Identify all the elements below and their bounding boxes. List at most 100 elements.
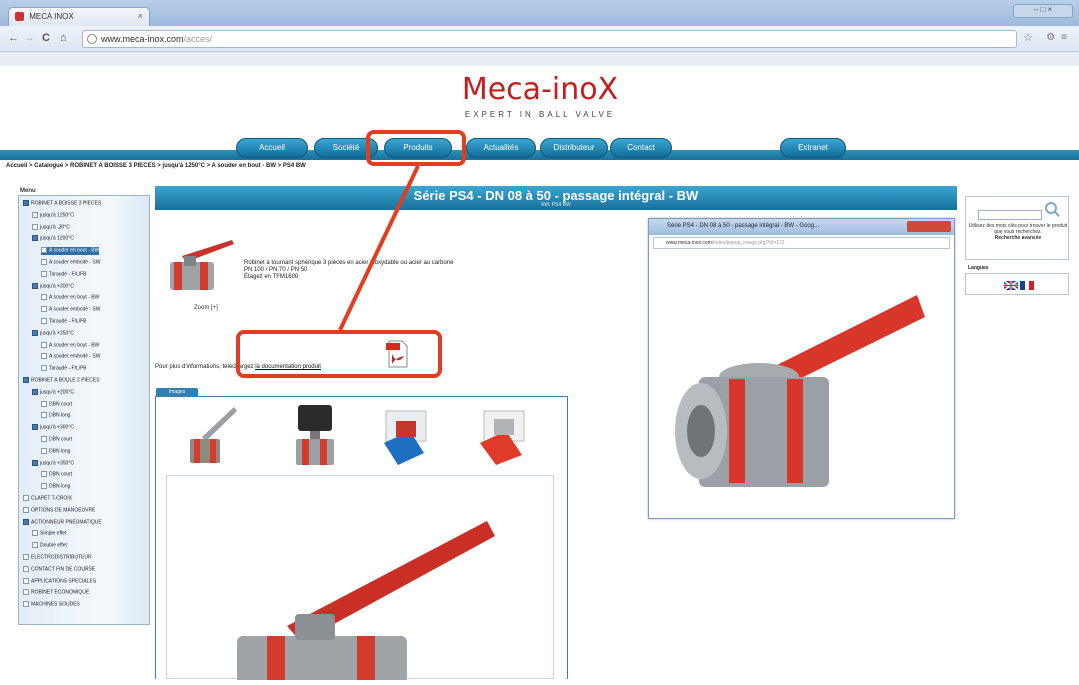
menu-item[interactable]: ROBINET ECONOMIQUE: [23, 589, 89, 596]
menu-item[interactable]: Taraudé - F/L/FB: [41, 318, 87, 325]
tab-close-icon[interactable]: ×: [138, 11, 143, 21]
menu-item[interactable]: Taraudé - F/L/FB: [41, 365, 87, 372]
page-icon: [23, 495, 29, 501]
menu-item[interactable]: jusqu'à +200°C: [32, 388, 74, 396]
reload-button[interactable]: C: [42, 32, 50, 44]
menu-item[interactable]: OPTIONS DE MANOEUVRE: [23, 506, 96, 514]
menu-item[interactable]: A souder en bout - BW: [41, 247, 100, 255]
menu-item[interactable]: A souder en bout - BW: [41, 294, 99, 301]
menu-item[interactable]: A souder emboité - SW: [41, 306, 100, 313]
menu-item[interactable]: jusqu'à +200°C: [32, 282, 74, 290]
menu-item-label: DBN long: [49, 412, 71, 419]
address-bar[interactable]: www.meca-inox.com/acces/: [82, 30, 1017, 48]
menu-item[interactable]: DBN court: [41, 436, 72, 443]
folder-icon: [32, 424, 38, 431]
menu-item[interactable]: ROBINET A BOULE 2 PIECES: [23, 377, 100, 384]
flag-fr-icon[interactable]: [1020, 281, 1034, 290]
menu-item[interactable]: jusqu'à +350°C: [32, 459, 74, 467]
menu-item[interactable]: jusqu'à +300°C: [32, 424, 74, 431]
zoom-link[interactable]: Zoom [+]: [194, 305, 218, 311]
menu-item[interactable]: CLAPET T-CROIX: [23, 495, 72, 502]
popup-address-bar[interactable]: www.meca-inox.com/index/popup_image.php?…: [653, 237, 950, 249]
gallery-thumb-lever[interactable]: [184, 403, 240, 469]
menu-item-label: APPLICATIONS SPECIALES: [31, 577, 97, 584]
menu-item[interactable]: DBN court: [41, 400, 73, 408]
home-button[interactable]: ⌂: [60, 32, 67, 44]
menu-item[interactable]: jusqu'à 1250°C: [32, 211, 74, 219]
popup-titlebar[interactable]: Série PS4 - DN 08 à 50 - passage intégra…: [649, 219, 954, 235]
page-icon: [41, 353, 47, 360]
menu-item[interactable]: jusqu'à +250°C: [32, 329, 74, 337]
menu-item[interactable]: jusqu'à -30°C: [32, 223, 70, 231]
menu-item-label: jusqu'à +200°C: [40, 282, 74, 289]
menu-item-label: A souder emboité - SW: [49, 306, 101, 313]
search-help-text: Utilisez des mots clés pour trouver le p…: [968, 223, 1068, 235]
page-icon: [41, 483, 47, 490]
extensions-icon[interactable]: ⚙≡: [1046, 32, 1073, 43]
gallery-thumb-red-box[interactable]: [476, 403, 532, 469]
menu-item[interactable]: DBN long: [41, 447, 70, 455]
gallery-thumb-blue-box[interactable]: [380, 403, 436, 469]
menu-item-label: jusqu'à +250°C: [40, 330, 74, 337]
menu-item[interactable]: DBN long: [41, 483, 70, 490]
breadcrumb[interactable]: Accueil > Catalogue > ROBINET A BOISSE 3…: [6, 163, 306, 169]
back-button[interactable]: ←: [8, 32, 19, 44]
product-title: Série PS4 - DN 08 à 50 - passage intégra…: [413, 188, 699, 203]
menu-item[interactable]: DBN long: [41, 412, 70, 419]
nav-accueil[interactable]: Accueil: [236, 138, 308, 158]
nav-actualites[interactable]: Actualités: [466, 138, 536, 158]
menu-item[interactable]: Simple effet: [32, 530, 66, 537]
menu-item[interactable]: A souder emboité - SW: [41, 259, 100, 266]
menu-item[interactable]: MACHINES SOUDES: [23, 601, 80, 608]
menu-item-label: ROBINET ECONOMIQUE: [31, 589, 90, 596]
page-icon: [41, 294, 47, 301]
menu-item-label: DBN court: [49, 400, 73, 407]
nav-extranet[interactable]: Extranet: [780, 138, 846, 158]
menu-item-label: A souder en bout - BW: [49, 247, 100, 254]
menu-item[interactable]: A souder emboité - SW: [41, 353, 100, 360]
menu-item[interactable]: ROBINET A BOISSE 3 PIECES: [23, 200, 101, 207]
page-icon: [23, 601, 29, 608]
annotation-documentation: [236, 330, 442, 378]
folder-icon: [23, 200, 29, 206]
browser-titlebar: MECA INOX × – □ ×: [0, 0, 1079, 26]
search-input[interactable]: [978, 210, 1042, 220]
menu-item[interactable]: CONTACT FIN DE COURSE: [23, 565, 95, 573]
large-product-image[interactable]: [167, 476, 555, 685]
logo-name: Meca-inoX: [461, 72, 619, 107]
site-logo[interactable]: Meca-inoX EXPERT IN BALL VALVE: [452, 72, 628, 124]
image-popup-window[interactable]: Série PS4 - DN 08 à 50 - passage intégra…: [648, 218, 955, 519]
product-thumbnail[interactable]: [162, 232, 244, 302]
description-line: Étagez en TFM1600: [244, 274, 299, 280]
nav-contact[interactable]: Contact: [610, 138, 672, 158]
menu-item[interactable]: APPLICATIONS SPECIALES: [23, 577, 97, 585]
menu-item-label: A souder emboité - SW: [49, 353, 101, 360]
menu-item-label: MACHINES SOUDES: [31, 601, 80, 608]
menu-item[interactable]: A souder en bout - BW: [41, 341, 99, 349]
nav-distributeur[interactable]: Distributeur: [540, 138, 608, 158]
favicon-icon: [15, 12, 24, 22]
popup-window-controls[interactable]: [907, 221, 951, 232]
page-icon: [32, 223, 38, 230]
menu-item[interactable]: jusqu'à 1200°C: [32, 235, 74, 242]
menu-item[interactable]: ELECTRODISTRIBUTEUR: [23, 554, 92, 561]
page-icon: [41, 259, 47, 265]
page-icon: [23, 554, 29, 560]
menu-item[interactable]: Taraudé - F/L/FB: [41, 270, 87, 278]
forward-button[interactable]: →: [24, 32, 35, 44]
gallery-thumb-actuator[interactable]: [290, 403, 346, 469]
flag-uk-icon[interactable]: [1004, 281, 1018, 290]
page-icon: [41, 247, 47, 254]
search-icon[interactable]: [1044, 201, 1060, 217]
browser-tab[interactable]: MECA INOX ×: [8, 7, 150, 26]
menu-item[interactable]: ACTIONNEUR PNEUMATIQUE: [23, 518, 102, 526]
search-help: Utilisez des mots clés pour trouver le p…: [968, 223, 1068, 241]
advanced-search-link[interactable]: Recherche avancée: [995, 235, 1042, 241]
window-controls[interactable]: – □ ×: [1013, 4, 1073, 18]
menu-item[interactable]: Double effet: [32, 542, 67, 549]
menu-item-label: OPTIONS DE MANOEUVRE: [31, 507, 96, 514]
menu-item[interactable]: DBN court: [41, 471, 72, 478]
popup-title: Série PS4 - DN 08 à 50 - passage intégra…: [667, 223, 820, 229]
search-box: Utilisez des mots clés pour trouver le p…: [965, 196, 1069, 260]
bookmark-star-icon[interactable]: ☆: [1023, 31, 1033, 44]
